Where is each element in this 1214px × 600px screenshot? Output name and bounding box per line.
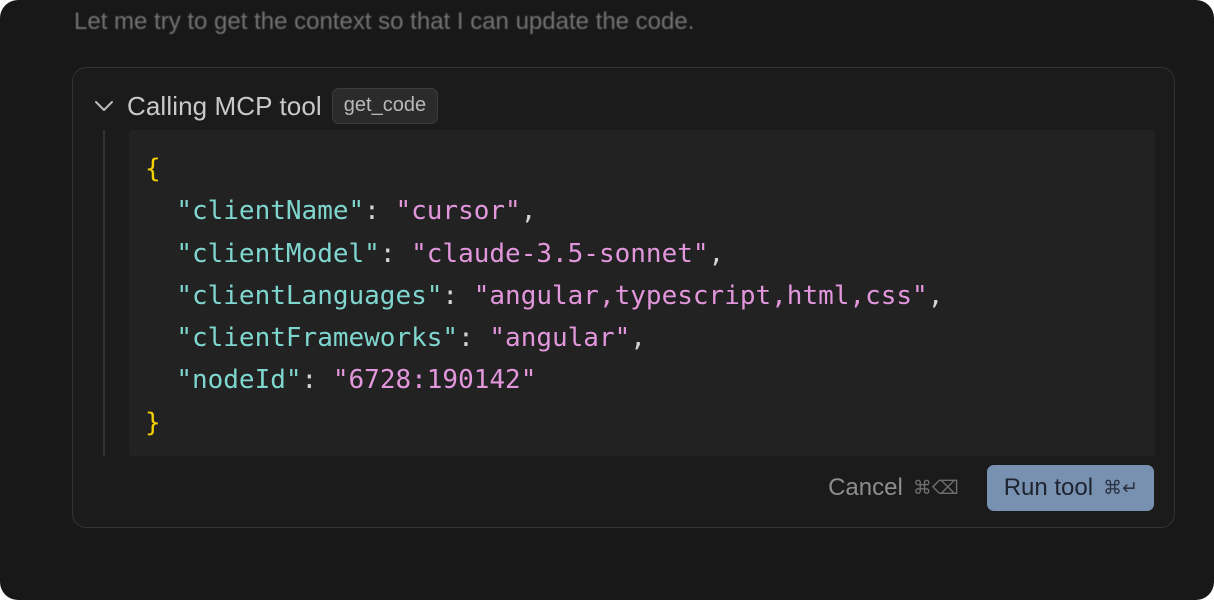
param-key: "clientName"	[176, 196, 365, 227]
param-value: "claude-3.5-sonnet"	[411, 238, 709, 269]
code-line: "clientName": "cursor",	[176, 196, 537, 227]
param-value: "6728:190142"	[332, 365, 537, 396]
indent-guide	[103, 130, 105, 456]
param-key: "clientModel"	[176, 238, 380, 269]
chat-window: Let me try to get the context so that I …	[0, 0, 1214, 600]
param-value: "cursor"	[395, 196, 521, 227]
code-line: {	[145, 148, 1155, 190]
code-line: "clientLanguages": "angular,typescript,h…	[176, 280, 944, 311]
run-tool-label: Run tool	[1003, 474, 1094, 501]
cancel-shortcut: ⌘⌫	[912, 477, 959, 499]
close-brace: }	[145, 407, 161, 438]
tool-call-title: Calling MCP tool	[127, 90, 322, 121]
param-key: "clientLanguages"	[176, 280, 443, 311]
param-key: "nodeId"	[176, 365, 302, 396]
param-value: "angular,typescript,html,css"	[473, 280, 928, 311]
param-value: "angular"	[489, 323, 631, 354]
param-key: "clientFrameworks"	[176, 323, 459, 354]
tool-call-card: Calling MCP tool get_code { "clientName"…	[72, 67, 1175, 528]
code-line: }	[145, 402, 1155, 444]
cancel-label: Cancel	[828, 474, 903, 501]
previous-message-text: Let me try to get the context so that I …	[74, 8, 695, 35]
cancel-button[interactable]: Cancel ⌘⌫	[828, 474, 959, 502]
code-line: "clientFrameworks": "angular",	[176, 323, 646, 354]
code-line: "nodeId": "6728:190142"	[176, 365, 537, 396]
tool-name-badge: get_code	[331, 88, 439, 124]
run-tool-button[interactable]: Run tool ⌘↵	[986, 465, 1154, 511]
open-brace: {	[145, 154, 161, 184]
tool-call-header[interactable]: Calling MCP tool get_code	[93, 88, 439, 124]
run-tool-shortcut: ⌘↵	[1103, 477, 1138, 499]
chevron-down-icon[interactable]	[93, 95, 115, 117]
code-line: "clientModel": "claude-3.5-sonnet",	[176, 238, 725, 269]
parameters-code-block: { "clientName": "cursor", "clientModel":…	[129, 130, 1155, 456]
tool-call-actions: Cancel ⌘⌫ Run tool ⌘↵	[828, 465, 1154, 511]
